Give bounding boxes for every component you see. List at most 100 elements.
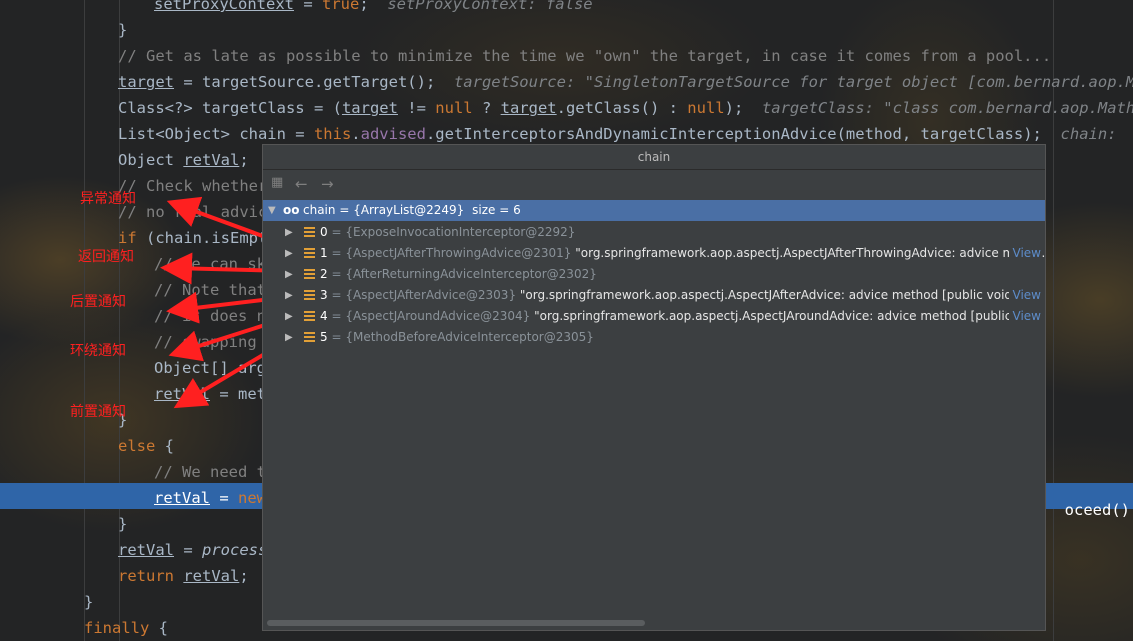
- indent-guide: [84, 0, 85, 641]
- item-ref: {AfterReturningAdviceInterceptor@2302}: [345, 267, 597, 281]
- collapse-icon[interactable]: ▼: [268, 200, 276, 221]
- code-token: retVal: [183, 567, 240, 585]
- code-token: =: [293, 0, 322, 13]
- code-line: Object retVal;: [118, 147, 249, 173]
- expand-icon[interactable]: ▶: [285, 222, 293, 243]
- code-line: }: [84, 589, 93, 615]
- code-token: !=: [397, 99, 436, 117]
- code-token: retVal: [154, 385, 210, 403]
- code-line: // We can sk: [154, 251, 266, 277]
- tree-root-row[interactable]: ▼ oo chain = {ArrayList@2249} size = 6: [263, 200, 1045, 221]
- code-token: finally: [84, 619, 150, 637]
- item-detail: "org.springframework.aop.aspectj.AspectJ…: [519, 288, 1042, 302]
- root-value: {ArrayList@2249}: [353, 203, 465, 217]
- expand-icon[interactable]: ▶: [285, 306, 293, 327]
- code-token: // Get as late as possible to minimize t…: [118, 47, 1052, 65]
- item-ref: {AspectJAroundAdvice@2304}: [345, 309, 531, 323]
- code-token: true: [321, 0, 360, 13]
- code-token: }: [118, 515, 128, 533]
- field-icon: [304, 269, 315, 280]
- code-token: = met: [210, 385, 266, 403]
- back-arrow-icon[interactable]: ←: [295, 175, 308, 193]
- code-line: // swapping: [154, 329, 257, 355]
- field-icon: [304, 227, 315, 238]
- tree-item-row[interactable]: ▶ 5 = {MethodBeforeAdviceInterceptor@2305…: [263, 327, 1045, 348]
- item-detail: "org.springframework.aop.aspectj.AspectJ…: [534, 309, 1038, 323]
- code-token: // no real advic: [118, 203, 268, 221]
- tree-item-row[interactable]: ▶ 4 = {AspectJAroundAdvice@2304} "org.spr…: [263, 306, 1045, 327]
- annotation-before: 前置通知: [70, 404, 126, 420]
- navigate-icon[interactable]: ▦: [271, 175, 283, 190]
- item-index: 3: [320, 288, 328, 302]
- code-token: target: [341, 99, 398, 117]
- expand-icon[interactable]: ▶: [285, 243, 293, 264]
- code-token: ;: [239, 151, 249, 169]
- annotation-around: 环绕通知: [70, 343, 126, 359]
- item-index: 2: [320, 267, 328, 281]
- code-token: target: [500, 99, 557, 117]
- code-token: setProxyContext: false: [387, 0, 593, 13]
- code-line: retVal = process: [118, 537, 267, 563]
- code-token: Object[] arg: [154, 359, 266, 377]
- tree-item-row[interactable]: ▶ 1 = {AspectJAfterThrowingAdvice@2301} "…: [263, 243, 1045, 264]
- code-line: setProxyContext = true; setProxyContext:…: [154, 0, 593, 17]
- code-line: finally {: [84, 615, 168, 641]
- popup-toolbar: ▦ ← →: [263, 170, 1045, 198]
- expand-icon[interactable]: ▶: [285, 285, 293, 306]
- code-line: retVal = met: [154, 381, 266, 407]
- code-line: // We need t: [154, 459, 266, 485]
- item-index: 5: [320, 330, 328, 344]
- annotation-after: 后置通知: [70, 294, 126, 310]
- item-index: 1: [320, 246, 328, 260]
- code-line: // no real advic: [118, 199, 267, 225]
- item-index: 0: [320, 225, 328, 239]
- code-token: =: [210, 489, 238, 507]
- code-token: // swapping: [154, 333, 257, 351]
- expand-icon[interactable]: ▶: [285, 327, 293, 348]
- code-line: }: [118, 17, 127, 43]
- annotation-throwing: 异常通知: [80, 191, 136, 207]
- code-token: Class<?> targetClass = (: [118, 99, 342, 117]
- code-token: retVal: [154, 489, 210, 507]
- tree-item-row[interactable]: ▶ 2 = {AfterReturningAdviceInterceptor@23…: [263, 264, 1045, 285]
- code-token: this: [313, 125, 352, 143]
- code-line: Object[] arg: [154, 355, 266, 381]
- code-token: .getInterceptorsAndDynamicInterceptionAd…: [425, 125, 1061, 143]
- code-token: process: [202, 541, 268, 559]
- debugger-variable-popup[interactable]: chain ▦ ← → ▼ oo chain = {ArrayList@2249…: [262, 144, 1046, 631]
- code-token: targetClass: "class com.bernard.aop.Math…: [761, 99, 1133, 117]
- code-line: // Check whether: [118, 173, 267, 199]
- popup-title: chain: [263, 145, 1045, 170]
- item-detail: "org.springframework.aop.aspectj.AspectJ…: [575, 246, 1045, 260]
- view-link[interactable]: View: [1008, 306, 1041, 327]
- root-name: chain: [303, 203, 336, 217]
- view-link[interactable]: View: [1008, 243, 1041, 264]
- code-token: Object: [118, 151, 184, 169]
- code-line: target = targetSource.getTarget(); targe…: [118, 69, 1133, 95]
- code-line: else {: [118, 433, 174, 459]
- execution-line-tail: oceed();: [1064, 501, 1133, 519]
- code-token: advised: [360, 125, 426, 143]
- expand-icon[interactable]: ▶: [285, 264, 293, 285]
- code-line: }: [118, 511, 127, 537]
- code-token: // it does n: [154, 307, 266, 325]
- code-line: return retVal;: [118, 563, 249, 589]
- item-ref: {MethodBeforeAdviceInterceptor@2305}: [345, 330, 594, 344]
- field-icon: [304, 311, 315, 322]
- code-token: );: [724, 99, 762, 117]
- code-line: // Note that: [154, 277, 266, 303]
- code-token: .getClass() :: [556, 99, 688, 117]
- forward-arrow-icon[interactable]: →: [321, 175, 334, 193]
- code-token: null: [687, 99, 725, 117]
- tree-item-row[interactable]: ▶ 3 = {AspectJAfterAdvice@2303} "org.spri…: [263, 285, 1045, 306]
- field-icon: [304, 332, 315, 343]
- root-size: size = 6: [472, 203, 521, 217]
- view-link[interactable]: View: [1008, 285, 1041, 306]
- code-line: if (chain.isEmpt: [118, 225, 267, 251]
- code-token: (chain.isEmpt: [136, 229, 268, 247]
- code-token: if: [118, 229, 137, 247]
- tree-item-row[interactable]: ▶ 0 = {ExposeInvocationInterceptor@2292}: [263, 222, 1045, 243]
- horizontal-scrollbar[interactable]: [267, 620, 645, 626]
- code-token: ?: [472, 99, 501, 117]
